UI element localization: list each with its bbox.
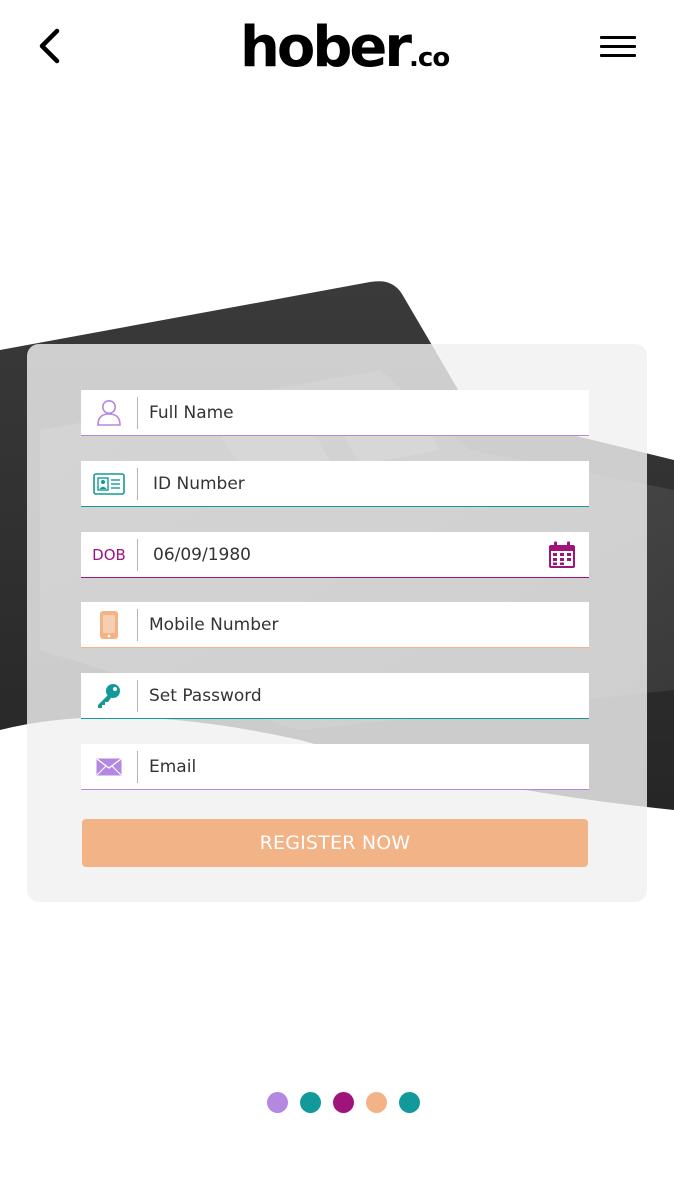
hamburger-line: [600, 54, 636, 57]
chevron-left-icon: [39, 28, 60, 64]
user-icon: [97, 399, 121, 426]
id-number-field[interactable]: ID Number: [81, 461, 589, 507]
pagination-dot-1[interactable]: [267, 1092, 288, 1113]
email-placeholder: Email: [149, 756, 197, 777]
menu-button[interactable]: [600, 36, 638, 58]
mobile-number-field[interactable]: Mobile Number: [81, 602, 589, 648]
dob-field[interactable]: DOB 06/09/1980: [81, 532, 589, 578]
pagination-dot-3[interactable]: [333, 1092, 354, 1113]
calendar-button[interactable]: [535, 541, 589, 569]
hamburger-line: [600, 45, 636, 48]
calendar-icon: [549, 541, 575, 568]
full-name-field[interactable]: Full Name: [81, 390, 589, 436]
id-number-placeholder: ID Number: [153, 473, 245, 494]
dob-label: DOB: [92, 545, 126, 564]
email-field[interactable]: Email: [81, 744, 589, 790]
dob-value: 06/09/1980: [153, 544, 251, 565]
key-icon: [98, 683, 120, 708]
pagination-dot-2[interactable]: [300, 1092, 321, 1113]
logo-main-text: hober: [240, 15, 412, 80]
full-name-placeholder: Full Name: [149, 402, 234, 423]
register-now-button[interactable]: REGISTER NOW: [82, 819, 588, 867]
logo-suffix-text: .co: [409, 43, 450, 73]
hamburger-menu-icon: [600, 36, 636, 39]
registration-card: Full Name ID Number DOB 06/09/1980 Mobil…: [27, 344, 647, 902]
pagination-dot-4[interactable]: [366, 1092, 387, 1113]
pagination-dots: [267, 1092, 420, 1113]
brand-logo: hober .co: [240, 15, 450, 80]
password-placeholder: Set Password: [149, 685, 262, 706]
back-button[interactable]: [34, 26, 68, 66]
mobile-number-placeholder: Mobile Number: [149, 614, 279, 635]
mobile-phone-icon: [100, 610, 118, 639]
pagination-dot-5[interactable]: [399, 1092, 420, 1113]
id-card-icon: [93, 472, 125, 495]
password-field[interactable]: Set Password: [81, 673, 589, 719]
envelope-icon: [96, 757, 122, 775]
